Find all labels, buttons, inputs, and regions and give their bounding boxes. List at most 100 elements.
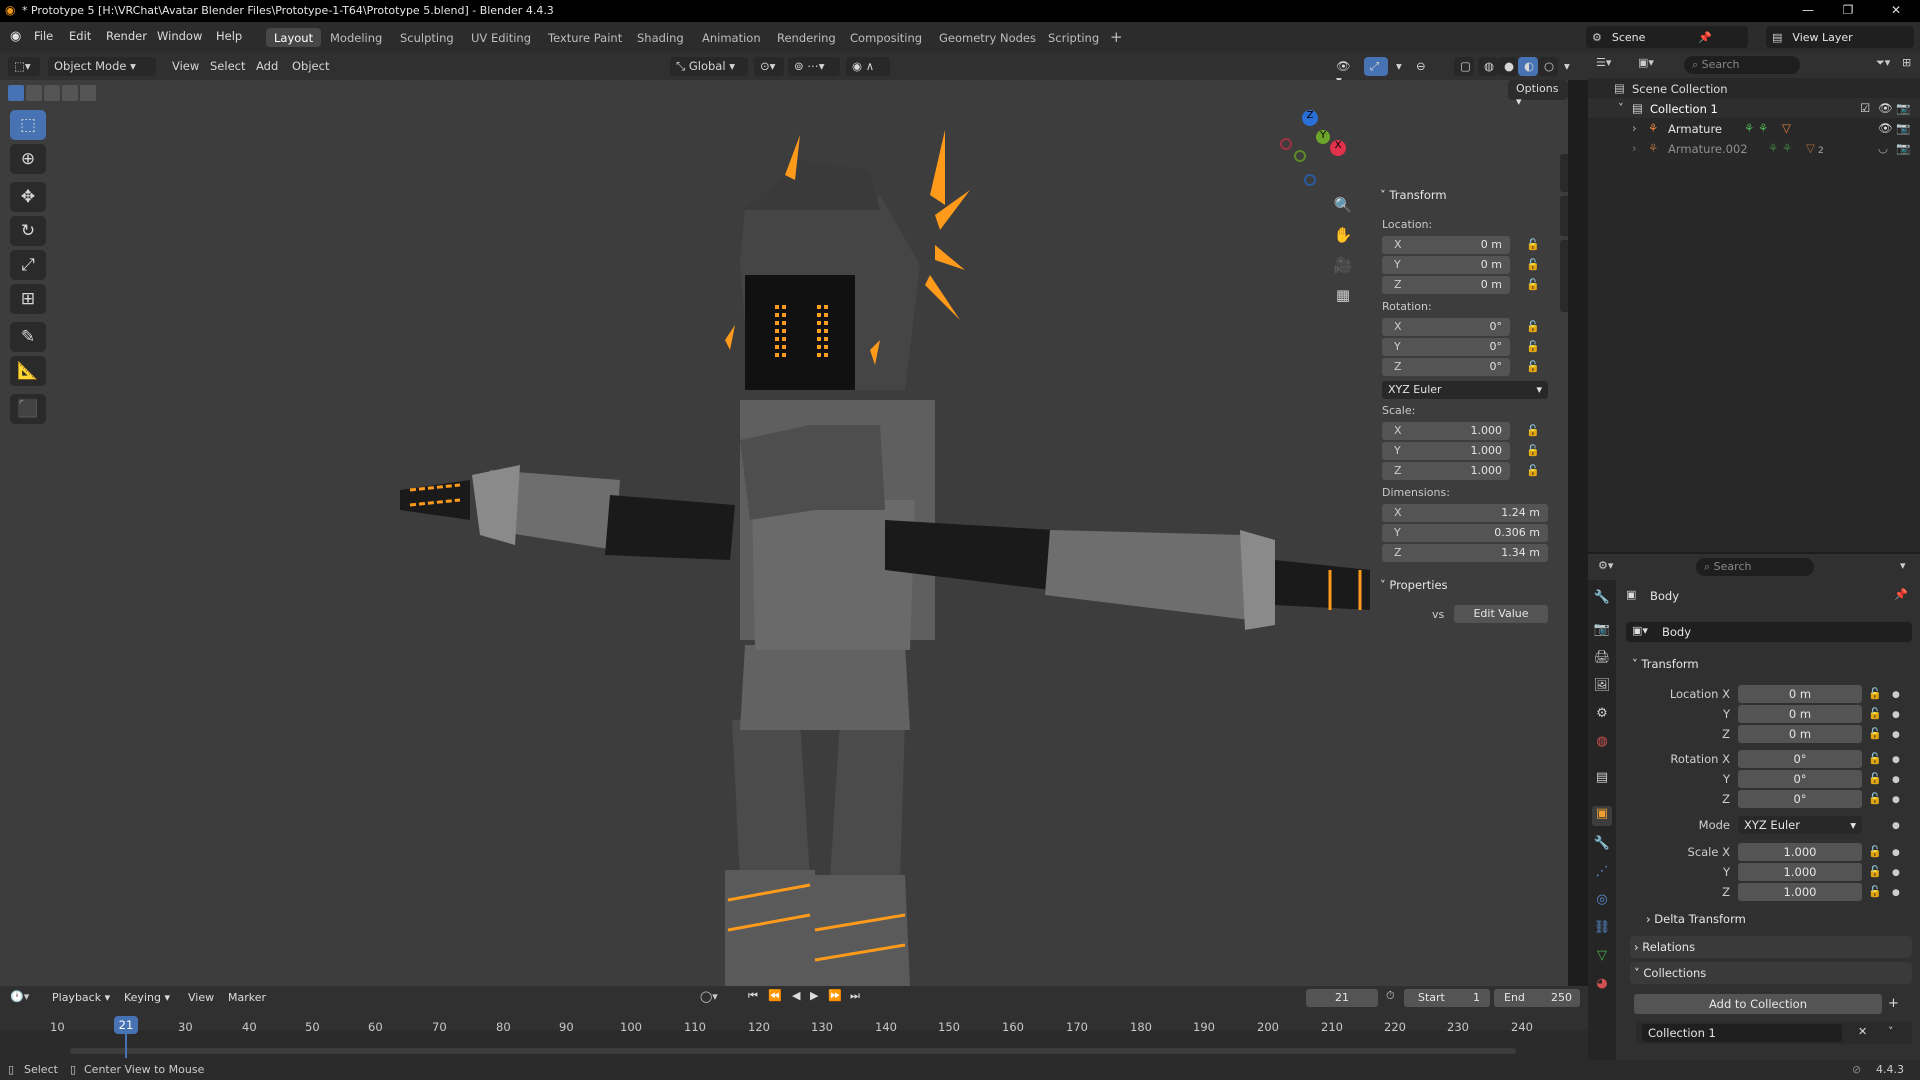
modifier-props-icon[interactable]: 🔧 (1592, 836, 1612, 856)
menu-select[interactable]: Select (204, 57, 251, 76)
zoom-icon[interactable]: 🔍 (1330, 192, 1356, 218)
lock-icon[interactable]: 🔓 (1526, 278, 1540, 291)
start-frame-field[interactable]: Start 1 (1404, 989, 1490, 1007)
location-x-field[interactable]: 0 m (1738, 685, 1862, 703)
output-props-icon[interactable]: 🖨 (1592, 650, 1612, 670)
gizmo-dropdown-icon[interactable]: ▾ (1390, 57, 1404, 76)
tab-animation[interactable]: Animation (694, 28, 769, 47)
collection-menu-icon[interactable]: ˅ (1888, 1025, 1894, 1038)
view-layer-selector[interactable]: ▤ View Layer (1766, 26, 1914, 48)
overlay-icon[interactable]: ⊖ (1410, 57, 1434, 76)
physics-props-icon[interactable]: ◎ (1592, 892, 1612, 912)
3d-viewport[interactable]: ⬚ ⊕ ✥ ↻ ⤢ ⊞ ✎ 📐 ⬛ Options ▾ Z Y X 🔍 ✋ 🎥 … (0, 80, 1568, 986)
lock-icon[interactable]: 🔓 (1868, 687, 1882, 700)
restore-icon[interactable]: ❐ (1840, 3, 1856, 17)
timeline-scrollbar[interactable] (70, 1048, 1516, 1054)
tab-layout[interactable]: Layout (266, 28, 322, 47)
keying-menu[interactable]: Keying ▾ (124, 991, 170, 1004)
prev-keyframe-icon[interactable]: ⏪ (768, 989, 782, 1002)
tab-scripting[interactable]: Scripting (1040, 28, 1107, 47)
camera-icon[interactable]: 📷 (1896, 141, 1910, 155)
display-mode-icon[interactable]: ▣▾ (1638, 56, 1654, 69)
npanel-transform-header[interactable]: ˅ Transform (1380, 188, 1447, 202)
tab-view[interactable]: View (1560, 196, 1568, 236)
keyframe-dot-icon[interactable]: ● (1892, 888, 1900, 898)
add-icon[interactable]: + (1888, 996, 1899, 1011)
proportional-edit-icon[interactable]: ◉ ∧ (846, 57, 890, 76)
tab-texture-paint[interactable]: Texture Paint (540, 28, 630, 47)
outliner-item-armature[interactable]: › ⚘ Armature ⚘ ⚘ ▽ 👁 📷 (1588, 118, 1920, 138)
end-frame-field[interactable]: End 250 (1494, 989, 1580, 1007)
outliner-editor-icon[interactable]: ☰▾ (1596, 56, 1611, 69)
outliner-item-armature-002[interactable]: › ⚘ Armature.002 ⚘ ⚘ ▽ 2 ◡ 📷 (1588, 138, 1920, 158)
world-props-icon[interactable]: ◍ (1592, 734, 1612, 754)
add-workspace-icon[interactable]: + (1110, 28, 1123, 46)
npanel-location-x[interactable]: X 0 m (1382, 236, 1510, 254)
playhead-frame[interactable]: 21 (114, 1016, 138, 1034)
lock-icon[interactable]: 🔓 (1526, 258, 1540, 271)
npanel-scale-x[interactable]: X 1.000 (1382, 422, 1510, 440)
camera-icon[interactable]: 📷 (1896, 121, 1910, 135)
npanel-location-y[interactable]: Y 0 m (1382, 256, 1510, 274)
tool-settings-icon[interactable]: 🔧 (1592, 590, 1612, 610)
eye-icon[interactable]: 👁 (1878, 121, 1893, 135)
play-reverse-icon[interactable]: ◀ (792, 989, 800, 1002)
delta-transform-section[interactable]: › Delta Transform (1646, 912, 1746, 926)
lock-icon[interactable]: 🔓 (1526, 360, 1540, 373)
lock-icon[interactable]: 🔓 (1526, 444, 1540, 457)
tab-sculpting[interactable]: Sculpting (392, 28, 462, 47)
object-props-icon[interactable]: ▣ (1592, 806, 1612, 826)
pin-icon[interactable]: 📌 (1698, 31, 1712, 44)
keyframe-dot-icon[interactable]: ● (1892, 710, 1900, 720)
location-y-field[interactable]: 0 m (1738, 705, 1862, 723)
camera-view-icon[interactable]: 🎥 (1330, 252, 1356, 278)
npanel-scale-y[interactable]: Y 1.000 (1382, 442, 1510, 460)
relations-section[interactable]: › Relations (1630, 936, 1912, 958)
properties-search-input[interactable]: ⌕ Search (1696, 558, 1814, 576)
keyframe-dot-icon[interactable]: ● (1892, 868, 1900, 878)
options-dropdown[interactable]: Options ▾ (1508, 80, 1568, 108)
expand-chevron-icon[interactable]: › (1632, 141, 1637, 155)
chevron-down-icon[interactable]: ▾ (1900, 559, 1906, 572)
lock-icon[interactable]: 🔓 (1526, 424, 1540, 437)
menu-render[interactable]: Render (106, 29, 147, 43)
lock-icon[interactable]: 🔓 (1526, 340, 1540, 353)
npanel-rotation-x[interactable]: X 0° (1382, 318, 1510, 336)
shading-dropdown-icon[interactable]: ▾ (1558, 57, 1574, 76)
eye-closed-icon[interactable]: ◡ (1878, 141, 1888, 155)
material-props-icon[interactable]: ◕ (1592, 976, 1612, 996)
lock-icon[interactable]: 🔓 (1868, 865, 1882, 878)
frame-ruler[interactable] (0, 1010, 1588, 1030)
collections-section[interactable]: ˅ Collections (1630, 962, 1912, 984)
jump-start-icon[interactable]: ⏮ (748, 989, 758, 1003)
npanel-location-z[interactable]: Z 0 m (1382, 276, 1510, 294)
lock-icon[interactable]: 🔓 (1526, 238, 1540, 251)
lock-icon[interactable]: 🔓 (1868, 792, 1882, 805)
rotation-x-field[interactable]: 0° (1738, 750, 1862, 768)
tab-tool[interactable]: Tool (1560, 154, 1568, 192)
solid-shading-icon[interactable]: ● (1498, 57, 1518, 76)
xray-icon[interactable]: ▢ (1454, 57, 1474, 76)
gizmo-neg-x[interactable] (1280, 138, 1292, 150)
tab-compositing[interactable]: Compositing (842, 28, 930, 47)
gizmo-neg-y[interactable] (1294, 150, 1306, 162)
lock-icon[interactable]: 🔓 (1526, 464, 1540, 477)
lock-icon[interactable]: 🔓 (1868, 772, 1882, 785)
timeline-view-menu[interactable]: View (188, 991, 214, 1004)
orientation-dropdown[interactable]: ⤡ Global ▾ (670, 57, 748, 76)
menu-window[interactable]: Window (157, 29, 202, 43)
timeline-editor-icon[interactable]: 🕐▾ (10, 990, 29, 1003)
visibility-icon[interactable]: 👁▾ (1330, 57, 1358, 87)
blender-menu-icon[interactable]: ◉ (10, 29, 21, 44)
particles-props-icon[interactable]: ⋰ (1592, 864, 1612, 884)
scale-z-field[interactable]: 1.000 (1738, 883, 1862, 901)
expand-chevron-icon[interactable]: › (1632, 121, 1637, 135)
properties-editor-icon[interactable]: ⚙▾ (1598, 559, 1613, 572)
stopwatch-icon[interactable]: ⏱ (1386, 989, 1395, 1003)
npanel-properties-header[interactable]: ˅ Properties (1380, 578, 1448, 592)
play-icon[interactable]: ▶ (810, 989, 818, 1002)
menu-help[interactable]: Help (216, 29, 242, 43)
keyframe-dot-icon[interactable]: ● (1892, 795, 1900, 805)
gizmo-y-axis[interactable]: Y (1316, 130, 1330, 144)
collection-props-icon[interactable]: ▤ (1592, 770, 1612, 790)
